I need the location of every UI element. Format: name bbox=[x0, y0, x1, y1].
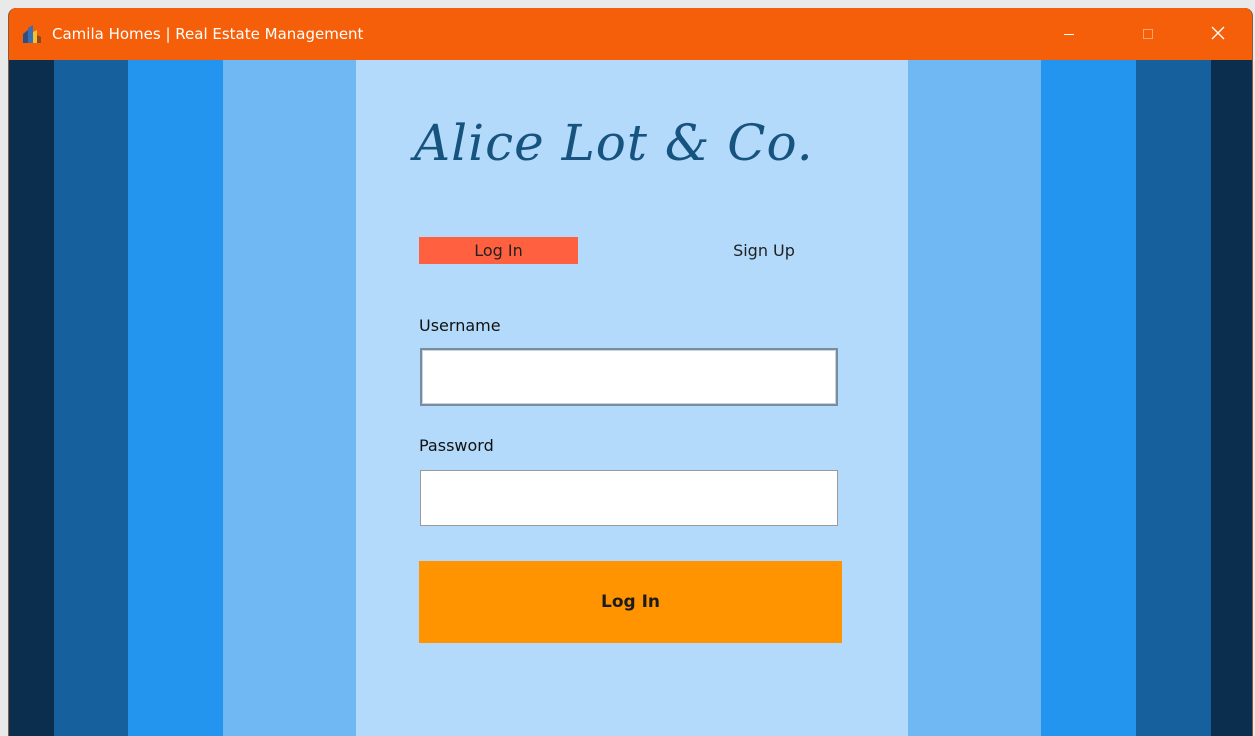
log-in-button[interactable]: Log In bbox=[419, 561, 842, 643]
background-stripe bbox=[1041, 60, 1136, 736]
close-button[interactable] bbox=[1195, 8, 1241, 60]
tab-sign-up[interactable]: Sign Up bbox=[699, 237, 829, 264]
username-input[interactable] bbox=[420, 348, 838, 406]
background-stripe bbox=[1211, 60, 1252, 736]
app-window: Camila Homes | Real Estate Management Al… bbox=[8, 8, 1253, 736]
password-input[interactable] bbox=[420, 470, 838, 526]
background-stripe bbox=[128, 60, 223, 736]
minimize-button[interactable] bbox=[1046, 8, 1092, 60]
tab-log-in[interactable]: Log In bbox=[419, 237, 578, 264]
background-stripe bbox=[9, 60, 54, 736]
maximize-button[interactable] bbox=[1125, 8, 1171, 60]
background-stripe bbox=[1136, 60, 1211, 736]
buildings-icon bbox=[22, 25, 42, 43]
background-stripe bbox=[223, 60, 356, 736]
minimize-icon bbox=[1063, 25, 1075, 44]
title-bar: Camila Homes | Real Estate Management bbox=[9, 8, 1252, 60]
maximize-icon bbox=[1142, 25, 1154, 44]
background-stripe bbox=[908, 60, 1041, 736]
background-stripe bbox=[54, 60, 128, 736]
company-logo: Alice Lot & Co. bbox=[414, 114, 814, 172]
username-label: Username bbox=[419, 316, 501, 335]
close-icon bbox=[1211, 25, 1225, 44]
password-label: Password bbox=[419, 436, 494, 455]
window-title: Camila Homes | Real Estate Management bbox=[52, 25, 364, 43]
